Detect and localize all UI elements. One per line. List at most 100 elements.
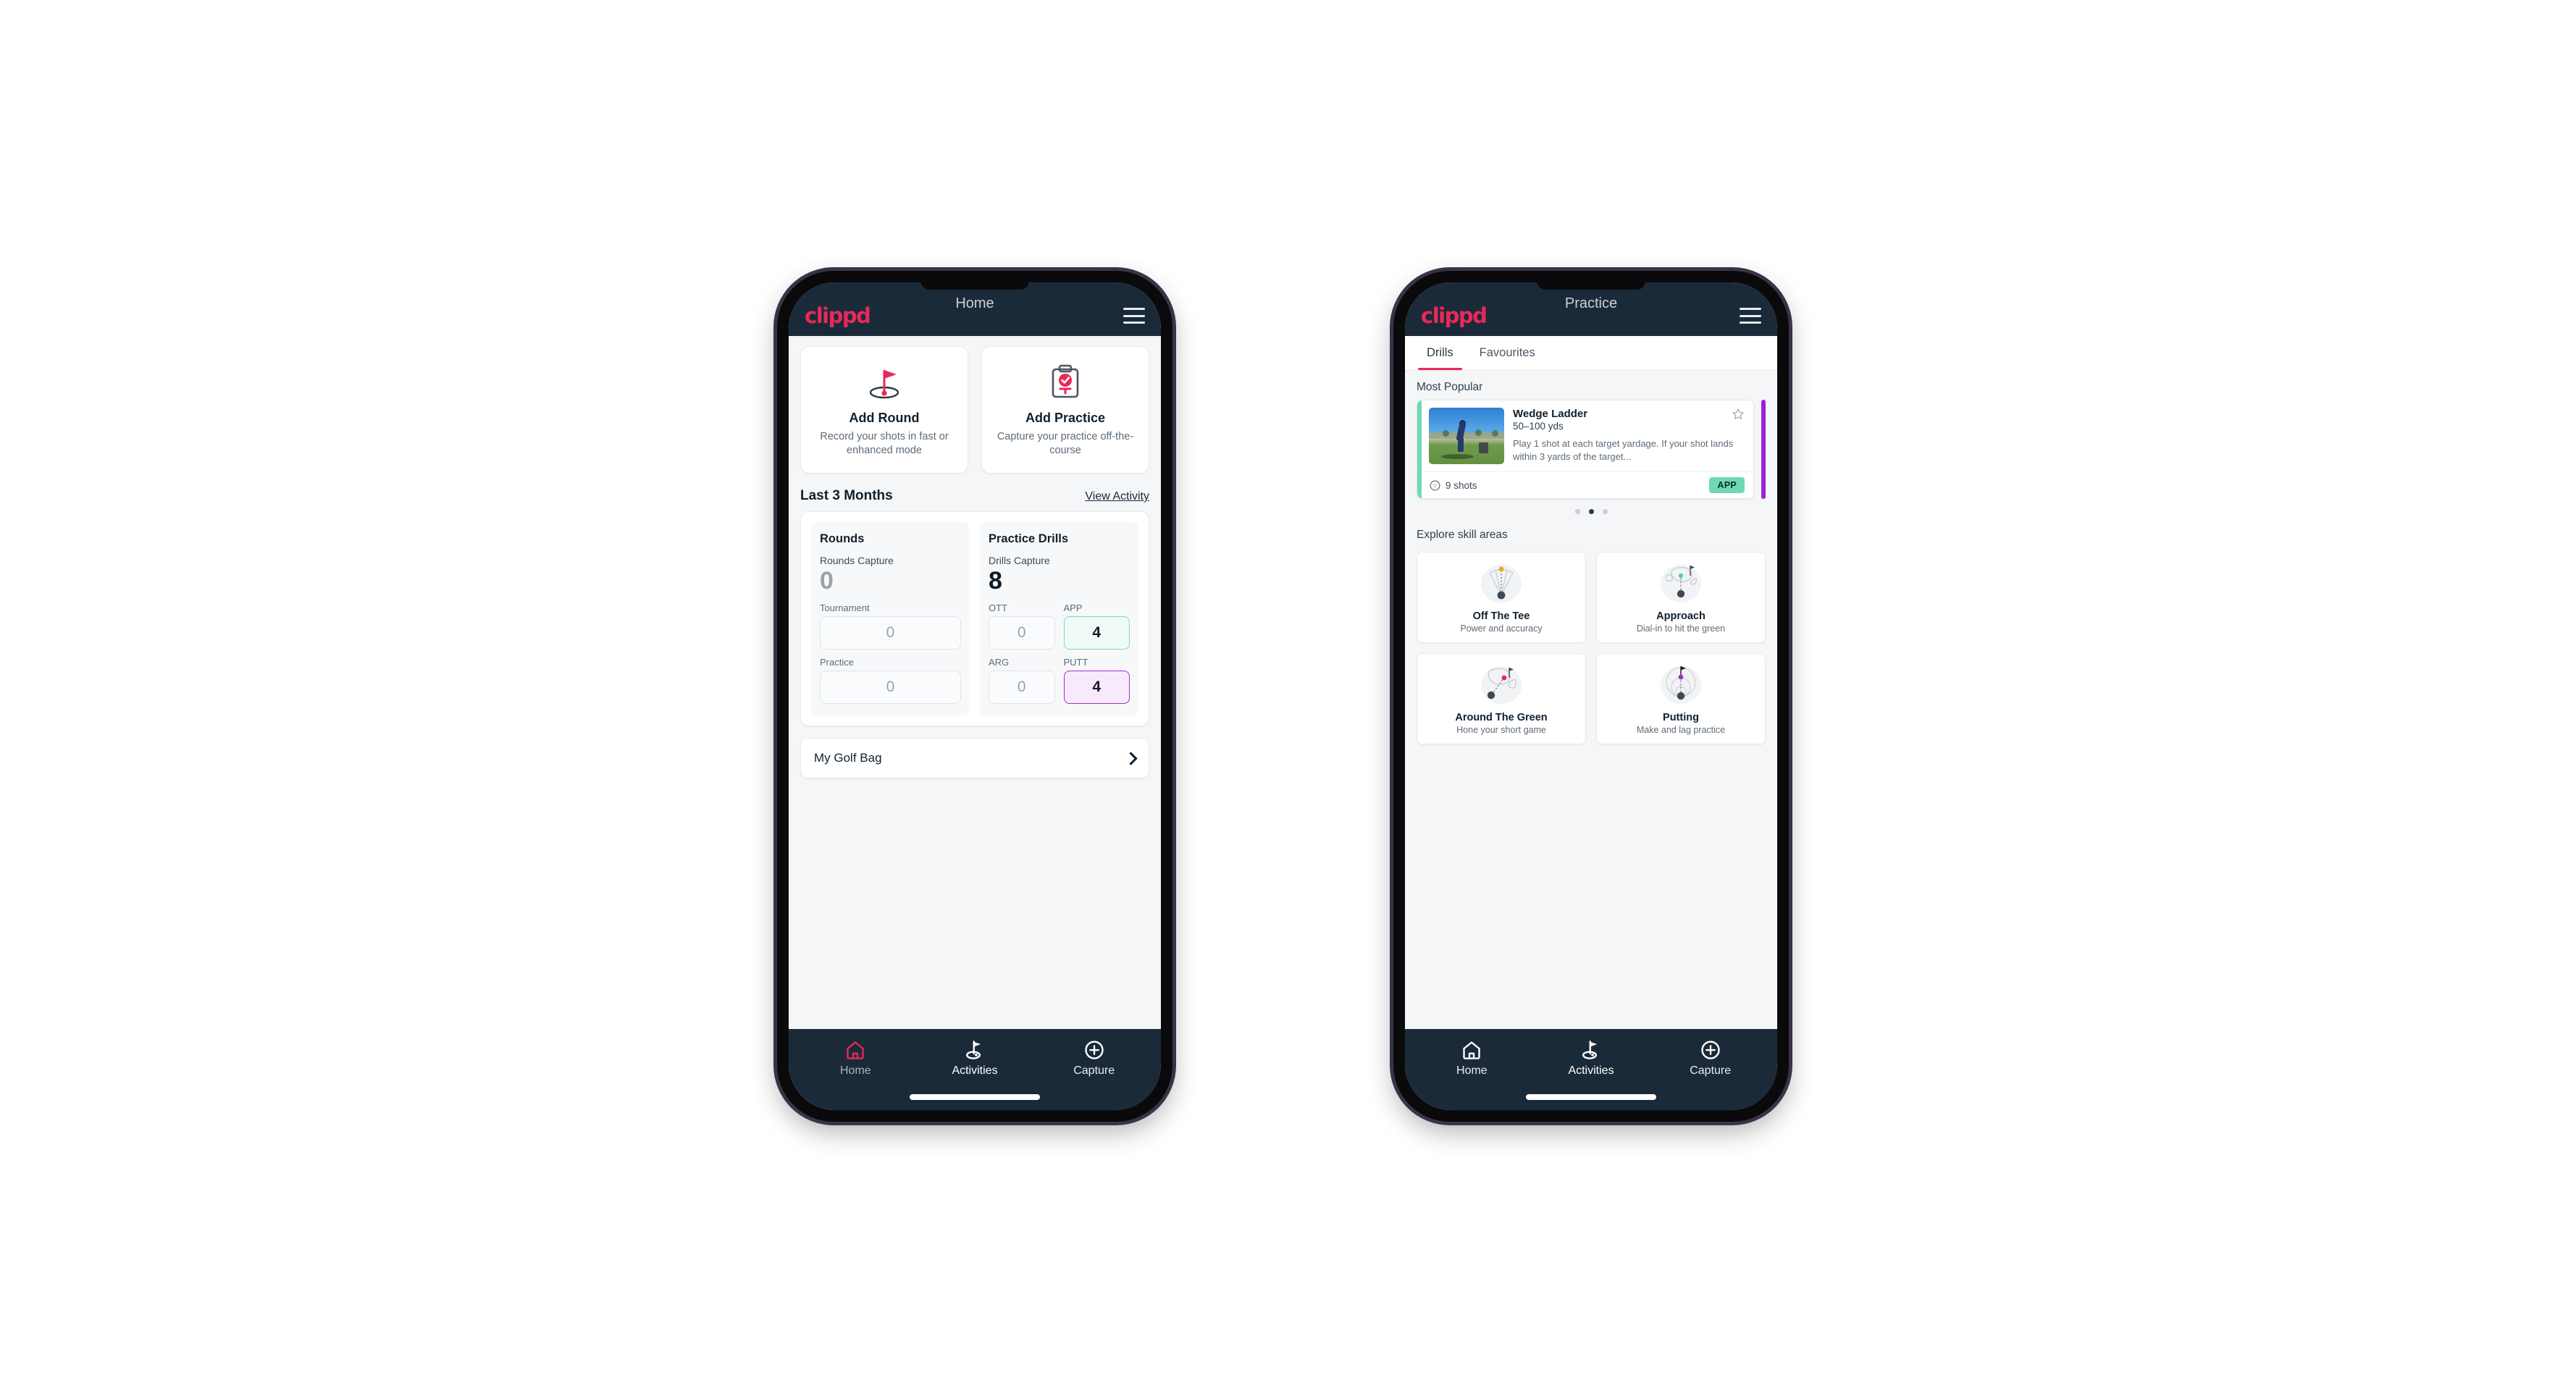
- chip-around-green-icon: [1481, 666, 1522, 704]
- drills-capture-value: 8: [989, 567, 1002, 595]
- add-round-subtitle: Record your shots in fast or enhanced mo…: [820, 431, 949, 457]
- last-3-months-header: Last 3 Months View Activity: [789, 474, 1161, 511]
- hamburger-icon[interactable]: [1740, 308, 1761, 324]
- nav-item-capture[interactable]: Capture: [1034, 1039, 1154, 1078]
- carousel-dot-active[interactable]: [1588, 509, 1594, 514]
- practice-rounds-field: Practice 0: [820, 657, 961, 705]
- drill-card-wedge-ladder[interactable]: Wedge Ladder 50–100 yds Play 1 shot at e…: [1417, 400, 1754, 499]
- view-activity-link[interactable]: View Activity: [1085, 490, 1149, 503]
- drill-category-stripe: [1417, 400, 1422, 498]
- add-practice-subtitle: Capture your practice off-the-course: [997, 431, 1134, 457]
- plus-circle-icon: [1700, 1041, 1720, 1059]
- rounds-heading: Rounds: [820, 532, 865, 545]
- putting-rings-icon: [1661, 666, 1701, 704]
- putt-value[interactable]: 4: [1063, 671, 1130, 705]
- quick-actions-row: Add Round Record your shots in fast or e…: [789, 336, 1161, 474]
- home-icon: [1463, 1041, 1481, 1059]
- tab-favourites[interactable]: Favourites: [1467, 336, 1548, 370]
- home-icon: [847, 1041, 865, 1059]
- nav-item-home[interactable]: Home: [796, 1039, 915, 1078]
- my-golf-bag-row[interactable]: My Golf Bag: [800, 738, 1149, 779]
- carousel-dot[interactable]: [1602, 509, 1608, 514]
- drills-breakdown-grid: OTT 0 APP 4 ARG 0 PUTT 4: [989, 602, 1130, 705]
- phone-device-practice: clippd Practice Drills Favourites Most P…: [1393, 271, 1789, 1122]
- ott-value[interactable]: 0: [989, 616, 1055, 650]
- rounds-capture-label: Rounds Capture: [820, 555, 894, 566]
- practice-drills-column: Practice Drills Drills Capture 8 OTT 0 A…: [980, 522, 1138, 716]
- add-round-card[interactable]: Add Round Record your shots in fast or e…: [800, 346, 968, 474]
- drill-title-row: Wedge Ladder 50–100 yds: [1513, 408, 1745, 432]
- my-golf-bag-label: My Golf Bag: [814, 751, 882, 765]
- ott-label: OTT: [989, 602, 1007, 614]
- next-card-peek[interactable]: [1761, 400, 1766, 499]
- golf-flag-hole-icon: [865, 363, 904, 402]
- plus-circle-icon: [1084, 1041, 1104, 1059]
- nav-label-activities: Activities: [1568, 1064, 1614, 1077]
- drill-thumbnail: [1429, 408, 1504, 464]
- tab-drills-label: Drills: [1427, 346, 1453, 359]
- putt-field: PUTT 4: [1063, 657, 1130, 705]
- drill-text-block: Wedge Ladder 50–100 yds Play 1 shot at e…: [1513, 408, 1745, 464]
- drill-card-footer: 9 shots APP: [1417, 471, 1753, 498]
- nav-label-capture: Capture: [1073, 1064, 1115, 1077]
- nav-label-capture: Capture: [1690, 1064, 1732, 1077]
- add-practice-title: Add Practice: [1025, 411, 1106, 425]
- phone-screen-home: clippd Home Add Round Record your shots …: [789, 282, 1161, 1110]
- clipboard-check-tee-icon: [1047, 363, 1083, 402]
- drill-description: Play 1 shot at each target yardage. If y…: [1513, 438, 1734, 462]
- tournament-field: Tournament 0: [820, 602, 961, 650]
- most-popular-carousel[interactable]: Wedge Ladder 50–100 yds Play 1 shot at e…: [1405, 400, 1777, 499]
- clippd-logo[interactable]: clippd: [1421, 305, 1488, 327]
- nav-item-activities[interactable]: Activities: [915, 1039, 1035, 1078]
- nav-item-activities[interactable]: Activities: [1532, 1039, 1651, 1078]
- rounds-column: Rounds Rounds Capture 0 Tournament 0 Pra…: [811, 522, 970, 716]
- drill-title: Wedge Ladder: [1513, 408, 1588, 420]
- add-practice-card[interactable]: Add Practice Capture your practice off-t…: [981, 346, 1149, 474]
- arg-value[interactable]: 0: [989, 671, 1055, 705]
- skill-card-off-the-tee[interactable]: Off The Tee Power and accuracy: [1417, 552, 1586, 643]
- skill-name: Around The Green: [1455, 712, 1548, 723]
- carousel-dot[interactable]: [1574, 509, 1580, 514]
- practice-rounds-value[interactable]: 0: [820, 671, 961, 705]
- skill-card-approach[interactable]: Approach Dial-in to hit the green: [1596, 552, 1766, 643]
- practice-content: Most Popular Wedge Ladder 50–100 yds Pla…: [1405, 371, 1777, 1029]
- drill-yardage: 50–100 yds: [1513, 421, 1564, 432]
- clippd-logo[interactable]: clippd: [805, 305, 871, 327]
- golf-flag-icon: [1582, 1041, 1598, 1059]
- practice-tabs: Drills Favourites: [1405, 336, 1777, 371]
- phone-device-home: clippd Home Add Round Record your shots …: [777, 271, 1172, 1122]
- tournament-label: Tournament: [820, 602, 870, 614]
- skill-card-around-the-green[interactable]: Around The Green Hone your short game: [1417, 653, 1586, 744]
- skill-card-putting[interactable]: Putting Make and lag practice: [1596, 653, 1766, 744]
- skill-name: Approach: [1656, 610, 1706, 622]
- skill-areas-grid: Off The Tee Power and accuracy Approach …: [1405, 547, 1777, 744]
- green-approach-icon: [1661, 565, 1701, 602]
- nav-label-home: Home: [1456, 1064, 1488, 1077]
- home-content: Add Round Record your shots in fast or e…: [789, 336, 1161, 1029]
- skill-sub: Hone your short game: [1456, 725, 1546, 735]
- tab-drills[interactable]: Drills: [1414, 336, 1467, 370]
- home-indicator-bar: [910, 1094, 1040, 1100]
- skill-sub: Make and lag practice: [1636, 725, 1726, 735]
- bottom-nav-practice: Home Activities Capture: [1405, 1029, 1777, 1110]
- ott-field: OTT 0: [989, 602, 1055, 650]
- drill-card-main: Wedge Ladder 50–100 yds Play 1 shot at e…: [1417, 400, 1753, 471]
- app-field: APP 4: [1063, 602, 1130, 650]
- app-value[interactable]: 4: [1063, 616, 1130, 650]
- hamburger-icon[interactable]: [1123, 308, 1145, 324]
- nav-label-home: Home: [839, 1064, 871, 1077]
- star-outline-icon[interactable]: [1732, 408, 1745, 424]
- section-title: Last 3 Months: [800, 488, 893, 503]
- nav-item-home[interactable]: Home: [1412, 1039, 1532, 1078]
- tournament-value[interactable]: 0: [820, 616, 961, 650]
- add-round-title: Add Round: [849, 411, 920, 425]
- app-bar-practice: clippd Practice: [1405, 282, 1777, 336]
- chevron-right-icon: [1124, 751, 1138, 765]
- skill-sub: Power and accuracy: [1460, 623, 1543, 634]
- nav-label-activities: Activities: [952, 1064, 998, 1077]
- device-notch: [1537, 282, 1645, 290]
- drills-capture-label: Drills Capture: [989, 555, 1050, 566]
- nav-item-capture[interactable]: Capture: [1650, 1039, 1770, 1078]
- most-popular-heading: Most Popular: [1417, 381, 1483, 393]
- app-bar-home: clippd Home: [789, 282, 1161, 336]
